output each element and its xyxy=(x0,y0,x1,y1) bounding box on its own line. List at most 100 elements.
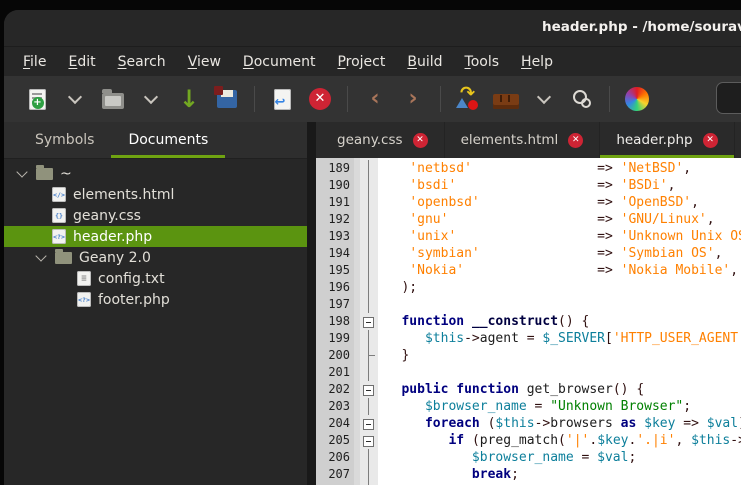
token-op: { xyxy=(582,314,590,329)
code-line: foreach ($this->browsers as $key => $val… xyxy=(378,415,741,432)
build-button[interactable] xyxy=(489,83,523,115)
sidebar-tab-documents[interactable]: Documents xyxy=(111,122,225,158)
toolbar-search-entry[interactable] xyxy=(716,82,741,114)
tree-item-header-php[interactable]: <?>header.php xyxy=(4,226,307,247)
build-dropdown-button[interactable] xyxy=(527,83,561,115)
menu-build[interactable]: Build xyxy=(396,50,453,74)
editor-tab-elements-html[interactable]: elements.html ✕ xyxy=(445,122,601,158)
sidebar: SymbolsDocuments ~</>elements.html{}gean… xyxy=(4,122,307,485)
new-document-button[interactable]: + xyxy=(20,83,54,115)
chevron-right-icon: › xyxy=(408,88,417,110)
token-pln xyxy=(472,161,597,176)
fold-marker-box[interactable] xyxy=(360,415,378,432)
tree-item-geany-css[interactable]: {}geany.css xyxy=(4,205,307,226)
menu-edit[interactable]: Edit xyxy=(57,50,106,74)
menu-view[interactable]: View xyxy=(177,50,232,74)
save-all-button[interactable] xyxy=(210,83,244,115)
code-line: $this->agent = $_SERVER['HTTP_USER_AGENT… xyxy=(378,330,741,347)
chevron-down-icon[interactable] xyxy=(16,166,27,177)
token-pln xyxy=(378,467,472,482)
compile-button[interactable]: ↷ xyxy=(451,83,485,115)
pane-splitter[interactable] xyxy=(307,122,316,485)
line-number: 207 xyxy=(316,466,350,483)
tab-close-icon[interactable]: ✕ xyxy=(703,133,718,148)
menu-project[interactable]: Project xyxy=(326,50,396,74)
token-pln xyxy=(613,178,621,193)
geany-window: header.php - /home/sourav - FileEditSear… xyxy=(4,10,741,485)
token-op: , xyxy=(730,263,738,278)
token-op: ; xyxy=(683,399,691,414)
token-s1: '.|i' xyxy=(636,433,675,448)
code-line: 'bsdi' => 'BSDi', xyxy=(378,177,675,194)
token-var: $this xyxy=(495,416,534,431)
new-dropdown-button[interactable] xyxy=(58,83,92,115)
fold-marker-line xyxy=(360,364,378,381)
line-number: 204 xyxy=(316,415,350,432)
titlebar[interactable]: header.php - /home/sourav - xyxy=(4,10,741,47)
tab-close-icon[interactable]: ✕ xyxy=(413,133,428,148)
brick-icon xyxy=(493,94,519,109)
save-button[interactable]: ↓ xyxy=(172,83,206,115)
fold-line xyxy=(368,364,369,381)
fold-marker-box[interactable] xyxy=(360,432,378,449)
menu-search[interactable]: Search xyxy=(107,50,177,74)
fold-marker-line xyxy=(360,262,378,279)
token-var: $_SERVER xyxy=(542,331,605,346)
revert-button[interactable]: ↩ xyxy=(265,83,299,115)
token-s1: 'gnu' xyxy=(409,212,448,227)
tab-close-icon[interactable]: ✕ xyxy=(568,133,583,148)
editor-body[interactable]: 1891901911921931941951961971981992002012… xyxy=(316,158,741,485)
nav-back-button[interactable]: ‹ xyxy=(358,83,392,115)
doc-revert-icon: ↩ xyxy=(274,89,291,110)
line-number: 191 xyxy=(316,194,350,211)
tree-item-config-txt[interactable]: ≡config.txt xyxy=(4,268,307,289)
nav-forward-button[interactable]: › xyxy=(396,83,430,115)
tree-item-footer-php[interactable]: <?>footer.php xyxy=(4,289,307,310)
token-pln xyxy=(574,450,582,465)
token-op: , xyxy=(683,161,691,176)
token-pln xyxy=(378,161,409,176)
tree-item-geany-2-0[interactable]: Geany 2.0 xyxy=(4,247,307,268)
token-pln: browsers xyxy=(550,416,620,431)
sidebar-tab-symbols[interactable]: Symbols xyxy=(18,122,111,158)
fold-margin[interactable] xyxy=(360,158,378,485)
menu-document[interactable]: Document xyxy=(232,50,327,74)
menu-help[interactable]: Help xyxy=(510,50,564,74)
open-folder-button[interactable] xyxy=(96,83,130,115)
chevron-down-icon xyxy=(68,90,82,104)
fold-line xyxy=(368,296,369,313)
tree-item-label: header.php xyxy=(73,229,152,245)
fold-collapse-box[interactable] xyxy=(363,317,374,328)
editor-tab-label: elements.html xyxy=(461,132,559,148)
token-var: $val xyxy=(707,416,738,431)
open-dropdown-button[interactable] xyxy=(134,83,168,115)
close-document-button[interactable]: ✕ xyxy=(303,83,337,115)
fold-marker-box[interactable] xyxy=(360,381,378,398)
token-pln xyxy=(456,229,597,244)
folder-icon xyxy=(36,168,53,180)
fold-collapse-box[interactable] xyxy=(363,385,374,396)
tree-item-elements-html[interactable]: </>elements.html xyxy=(4,184,307,205)
menu-file[interactable]: File xyxy=(12,50,57,74)
fold-line xyxy=(368,279,369,296)
fold-collapse-box[interactable] xyxy=(363,419,374,430)
chevron-down-icon[interactable] xyxy=(35,250,46,261)
fold-marker-line xyxy=(360,279,378,296)
menu-tools[interactable]: Tools xyxy=(454,50,511,74)
token-op: -> xyxy=(535,416,551,431)
fold-collapse-box[interactable] xyxy=(363,436,374,447)
token-op: => xyxy=(597,212,613,227)
editor-tab-geany-css[interactable]: geany.css✕ xyxy=(321,122,445,158)
token-s1: 'Symbian OS' xyxy=(621,246,715,261)
code-area[interactable]: 'netbsd' => 'NetBSD', 'bsdi' => 'BSDi', … xyxy=(378,158,741,485)
token-pln: agent xyxy=(480,331,527,346)
run-button[interactable] xyxy=(565,83,599,115)
tree-item-label: geany.css xyxy=(73,208,141,224)
token-kw: break xyxy=(472,467,511,482)
fold-marker-box[interactable] xyxy=(360,313,378,330)
code-line: } xyxy=(378,347,409,364)
color-chooser-button[interactable] xyxy=(620,83,654,115)
editor-tab-header-php[interactable]: header.php✕ xyxy=(600,122,734,158)
tree-item--[interactable]: ~ xyxy=(4,163,307,184)
token-var: $key xyxy=(644,416,675,431)
